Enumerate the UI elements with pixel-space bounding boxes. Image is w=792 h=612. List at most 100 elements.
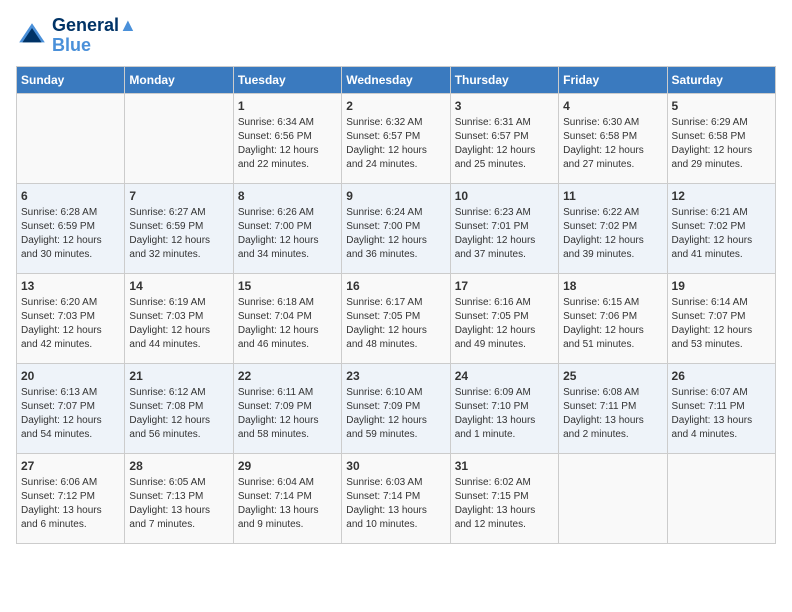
- cell-content: Sunrise: 6:30 AM Sunset: 6:58 PM Dayligh…: [563, 116, 662, 172]
- day-number: 22: [238, 368, 337, 385]
- header-wednesday: Wednesday: [342, 66, 450, 93]
- header-monday: Monday: [125, 66, 233, 93]
- calendar-cell: 17Sunrise: 6:16 AM Sunset: 7:05 PM Dayli…: [450, 273, 558, 363]
- calendar-cell: 16Sunrise: 6:17 AM Sunset: 7:05 PM Dayli…: [342, 273, 450, 363]
- cell-content: Sunrise: 6:08 AM Sunset: 7:11 PM Dayligh…: [563, 386, 662, 442]
- day-number: 6: [21, 188, 120, 205]
- cell-content: Sunrise: 6:15 AM Sunset: 7:06 PM Dayligh…: [563, 296, 662, 352]
- day-number: 5: [672, 98, 771, 115]
- day-number: 18: [563, 278, 662, 295]
- cell-content: Sunrise: 6:11 AM Sunset: 7:09 PM Dayligh…: [238, 386, 337, 442]
- cell-content: Sunrise: 6:24 AM Sunset: 7:00 PM Dayligh…: [346, 206, 445, 262]
- calendar-cell: [125, 93, 233, 183]
- cell-content: Sunrise: 6:19 AM Sunset: 7:03 PM Dayligh…: [129, 296, 228, 352]
- calendar-cell: 30Sunrise: 6:03 AM Sunset: 7:14 PM Dayli…: [342, 453, 450, 543]
- calendar-cell: 10Sunrise: 6:23 AM Sunset: 7:01 PM Dayli…: [450, 183, 558, 273]
- day-number: 31: [455, 458, 554, 475]
- calendar-cell: 8Sunrise: 6:26 AM Sunset: 7:00 PM Daylig…: [233, 183, 341, 273]
- cell-content: Sunrise: 6:31 AM Sunset: 6:57 PM Dayligh…: [455, 116, 554, 172]
- header-tuesday: Tuesday: [233, 66, 341, 93]
- header-sunday: Sunday: [17, 66, 125, 93]
- cell-content: Sunrise: 6:29 AM Sunset: 6:58 PM Dayligh…: [672, 116, 771, 172]
- day-number: 24: [455, 368, 554, 385]
- day-number: 10: [455, 188, 554, 205]
- calendar-cell: 5Sunrise: 6:29 AM Sunset: 6:58 PM Daylig…: [667, 93, 775, 183]
- day-number: 19: [672, 278, 771, 295]
- cell-content: Sunrise: 6:14 AM Sunset: 7:07 PM Dayligh…: [672, 296, 771, 352]
- day-number: 3: [455, 98, 554, 115]
- cell-content: Sunrise: 6:07 AM Sunset: 7:11 PM Dayligh…: [672, 386, 771, 442]
- day-number: 27: [21, 458, 120, 475]
- cell-content: Sunrise: 6:22 AM Sunset: 7:02 PM Dayligh…: [563, 206, 662, 262]
- cell-content: Sunrise: 6:23 AM Sunset: 7:01 PM Dayligh…: [455, 206, 554, 262]
- cell-content: Sunrise: 6:12 AM Sunset: 7:08 PM Dayligh…: [129, 386, 228, 442]
- day-number: 4: [563, 98, 662, 115]
- calendar-week-4: 20Sunrise: 6:13 AM Sunset: 7:07 PM Dayli…: [17, 363, 776, 453]
- day-number: 25: [563, 368, 662, 385]
- cell-content: Sunrise: 6:04 AM Sunset: 7:14 PM Dayligh…: [238, 476, 337, 532]
- calendar-cell: 14Sunrise: 6:19 AM Sunset: 7:03 PM Dayli…: [125, 273, 233, 363]
- calendar-cell: 9Sunrise: 6:24 AM Sunset: 7:00 PM Daylig…: [342, 183, 450, 273]
- cell-content: Sunrise: 6:28 AM Sunset: 6:59 PM Dayligh…: [21, 206, 120, 262]
- calendar-cell: 20Sunrise: 6:13 AM Sunset: 7:07 PM Dayli…: [17, 363, 125, 453]
- day-number: 8: [238, 188, 337, 205]
- calendar-cell: 3Sunrise: 6:31 AM Sunset: 6:57 PM Daylig…: [450, 93, 558, 183]
- cell-content: Sunrise: 6:10 AM Sunset: 7:09 PM Dayligh…: [346, 386, 445, 442]
- calendar-cell: 1Sunrise: 6:34 AM Sunset: 6:56 PM Daylig…: [233, 93, 341, 183]
- calendar-cell: [17, 93, 125, 183]
- day-number: 28: [129, 458, 228, 475]
- calendar-cell: 7Sunrise: 6:27 AM Sunset: 6:59 PM Daylig…: [125, 183, 233, 273]
- day-number: 17: [455, 278, 554, 295]
- calendar-cell: 29Sunrise: 6:04 AM Sunset: 7:14 PM Dayli…: [233, 453, 341, 543]
- cell-content: Sunrise: 6:05 AM Sunset: 7:13 PM Dayligh…: [129, 476, 228, 532]
- calendar-week-3: 13Sunrise: 6:20 AM Sunset: 7:03 PM Dayli…: [17, 273, 776, 363]
- day-number: 15: [238, 278, 337, 295]
- calendar-table: SundayMondayTuesdayWednesdayThursdayFrid…: [16, 66, 776, 544]
- day-number: 21: [129, 368, 228, 385]
- day-number: 11: [563, 188, 662, 205]
- header-saturday: Saturday: [667, 66, 775, 93]
- calendar-cell: 15Sunrise: 6:18 AM Sunset: 7:04 PM Dayli…: [233, 273, 341, 363]
- calendar-cell: 31Sunrise: 6:02 AM Sunset: 7:15 PM Dayli…: [450, 453, 558, 543]
- day-number: 16: [346, 278, 445, 295]
- calendar-cell: 11Sunrise: 6:22 AM Sunset: 7:02 PM Dayli…: [559, 183, 667, 273]
- cell-content: Sunrise: 6:18 AM Sunset: 7:04 PM Dayligh…: [238, 296, 337, 352]
- calendar-cell: 18Sunrise: 6:15 AM Sunset: 7:06 PM Dayli…: [559, 273, 667, 363]
- calendar-cell: 28Sunrise: 6:05 AM Sunset: 7:13 PM Dayli…: [125, 453, 233, 543]
- day-number: 1: [238, 98, 337, 115]
- calendar-cell: [559, 453, 667, 543]
- day-number: 2: [346, 98, 445, 115]
- calendar-cell: 25Sunrise: 6:08 AM Sunset: 7:11 PM Dayli…: [559, 363, 667, 453]
- calendar-cell: 21Sunrise: 6:12 AM Sunset: 7:08 PM Dayli…: [125, 363, 233, 453]
- day-number: 30: [346, 458, 445, 475]
- calendar-cell: 13Sunrise: 6:20 AM Sunset: 7:03 PM Dayli…: [17, 273, 125, 363]
- logo-icon: [16, 20, 48, 52]
- cell-content: Sunrise: 6:17 AM Sunset: 7:05 PM Dayligh…: [346, 296, 445, 352]
- day-number: 9: [346, 188, 445, 205]
- cell-content: Sunrise: 6:09 AM Sunset: 7:10 PM Dayligh…: [455, 386, 554, 442]
- calendar-week-1: 1Sunrise: 6:34 AM Sunset: 6:56 PM Daylig…: [17, 93, 776, 183]
- day-number: 23: [346, 368, 445, 385]
- calendar-cell: 27Sunrise: 6:06 AM Sunset: 7:12 PM Dayli…: [17, 453, 125, 543]
- calendar-cell: 23Sunrise: 6:10 AM Sunset: 7:09 PM Dayli…: [342, 363, 450, 453]
- calendar-cell: 2Sunrise: 6:32 AM Sunset: 6:57 PM Daylig…: [342, 93, 450, 183]
- calendar-week-5: 27Sunrise: 6:06 AM Sunset: 7:12 PM Dayli…: [17, 453, 776, 543]
- cell-content: Sunrise: 6:13 AM Sunset: 7:07 PM Dayligh…: [21, 386, 120, 442]
- cell-content: Sunrise: 6:21 AM Sunset: 7:02 PM Dayligh…: [672, 206, 771, 262]
- cell-content: Sunrise: 6:26 AM Sunset: 7:00 PM Dayligh…: [238, 206, 337, 262]
- cell-content: Sunrise: 6:02 AM Sunset: 7:15 PM Dayligh…: [455, 476, 554, 532]
- day-number: 29: [238, 458, 337, 475]
- calendar-cell: 26Sunrise: 6:07 AM Sunset: 7:11 PM Dayli…: [667, 363, 775, 453]
- day-number: 26: [672, 368, 771, 385]
- cell-content: Sunrise: 6:27 AM Sunset: 6:59 PM Dayligh…: [129, 206, 228, 262]
- day-number: 7: [129, 188, 228, 205]
- calendar-cell: 19Sunrise: 6:14 AM Sunset: 7:07 PM Dayli…: [667, 273, 775, 363]
- cell-content: Sunrise: 6:34 AM Sunset: 6:56 PM Dayligh…: [238, 116, 337, 172]
- calendar-cell: 12Sunrise: 6:21 AM Sunset: 7:02 PM Dayli…: [667, 183, 775, 273]
- cell-content: Sunrise: 6:32 AM Sunset: 6:57 PM Dayligh…: [346, 116, 445, 172]
- cell-content: Sunrise: 6:20 AM Sunset: 7:03 PM Dayligh…: [21, 296, 120, 352]
- calendar-cell: 6Sunrise: 6:28 AM Sunset: 6:59 PM Daylig…: [17, 183, 125, 273]
- day-number: 14: [129, 278, 228, 295]
- cell-content: Sunrise: 6:16 AM Sunset: 7:05 PM Dayligh…: [455, 296, 554, 352]
- cell-content: Sunrise: 6:03 AM Sunset: 7:14 PM Dayligh…: [346, 476, 445, 532]
